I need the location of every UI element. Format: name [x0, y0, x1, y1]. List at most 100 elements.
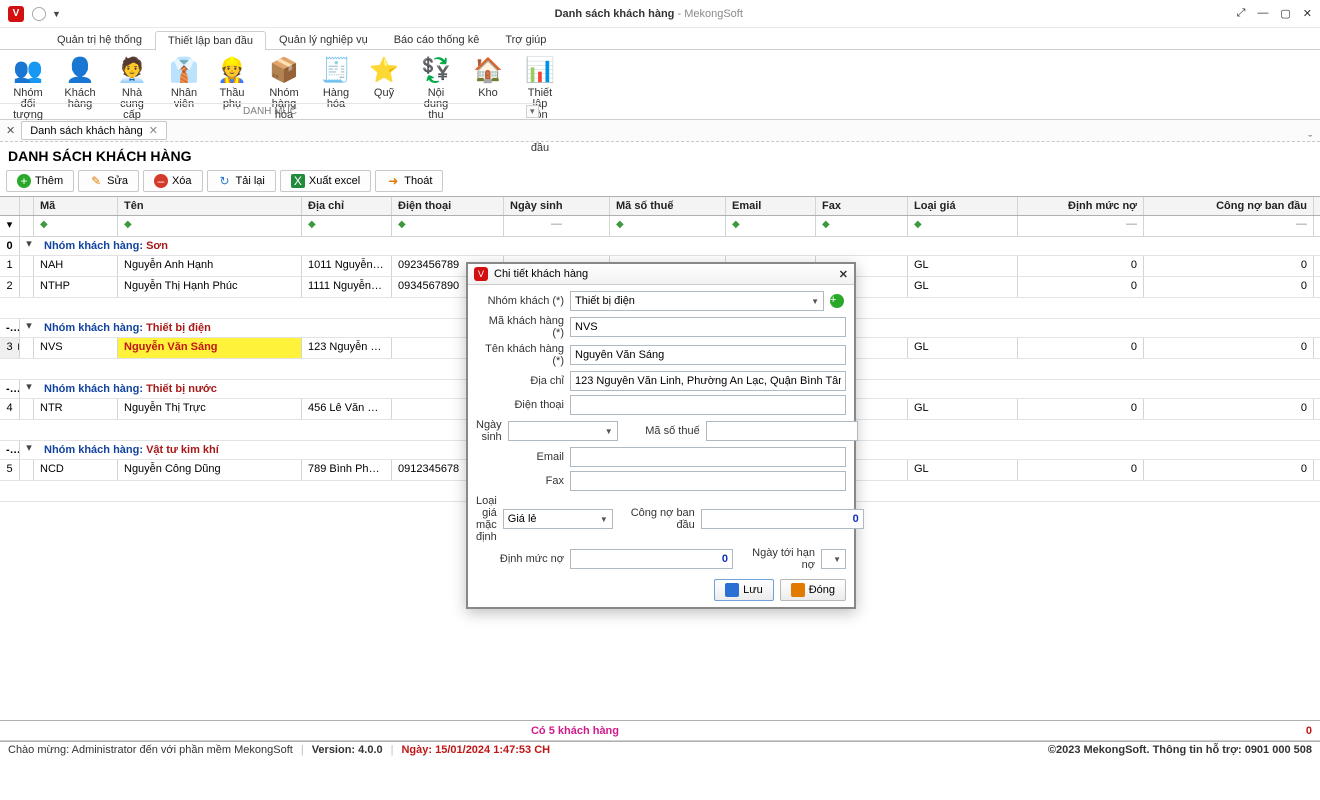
ribbon-icon: ⭐ [368, 54, 400, 86]
field-dienthoai[interactable] [570, 395, 846, 415]
doc-tab-customers[interactable]: Danh sách khách hàng ✕ [21, 121, 167, 140]
dialog-titlebar[interactable]: V Chi tiết khách hàng ✕ [468, 264, 854, 285]
dialog-buttons: Lưu Đóng [476, 575, 846, 601]
field-dinhmucno[interactable] [570, 549, 733, 569]
grid-totals: Có 5 khách hàng 0 [0, 720, 1320, 742]
col-ten[interactable]: Tên [118, 197, 302, 215]
collapse-icon[interactable]: ▾ [20, 237, 38, 255]
customer-detail-dialog: V Chi tiết khách hàng ✕ Nhóm khách (*) T… [466, 262, 856, 609]
filter-icon: ◆ [822, 219, 830, 230]
col-dienthoai[interactable]: Điện thoại [392, 197, 504, 215]
tab-quanly[interactable]: Quản lý nghiệp vụ [266, 30, 381, 49]
field-ngaytoihan[interactable]: ▼ [821, 549, 846, 569]
export-excel-button[interactable]: XXuất excel [280, 170, 371, 192]
tab-baocao[interactable]: Báo cáo thống kê [381, 30, 493, 49]
exit-icon: ➜ [386, 174, 400, 188]
ribbon-icon: 👤 [64, 54, 96, 86]
ribbon-icon: 👥 [12, 54, 44, 86]
field-tenkhach[interactable] [570, 345, 846, 365]
close-all-icon[interactable]: ✕ [0, 124, 21, 137]
field-fax[interactable] [570, 471, 846, 491]
add-button[interactable]: +Thêm [6, 170, 74, 192]
edit-button[interactable]: ✎Sửa [78, 170, 139, 192]
filter-lg[interactable]: ◆ [908, 216, 1018, 236]
col-congno[interactable]: Công nợ ban đầu [1144, 197, 1314, 215]
save-button[interactable]: Lưu [714, 579, 774, 601]
lbl-makhach: Mã khách hàng (*) [476, 315, 566, 339]
filter-selector[interactable]: ▾ [0, 216, 20, 236]
ribbon-expander-icon[interactable]: ▾ [526, 105, 539, 118]
filter-cn[interactable]: — [1144, 216, 1314, 236]
qat-circle-icon[interactable] [32, 7, 46, 21]
filter-ns[interactable]: — [504, 216, 610, 236]
collapse-icon[interactable]: ▾ [20, 380, 38, 398]
filter-fax[interactable]: ◆ [816, 216, 908, 236]
group-row[interactable]: 0▾Nhóm khách hàng: Sơn [0, 237, 1320, 256]
filter-dc[interactable]: ◆ [302, 216, 392, 236]
col-fax[interactable]: Fax [816, 197, 908, 215]
ribbon: 👥Nhómđốitượng👤Kháchhàng🧑‍💼Nhàcungcấp👔Nhâ… [0, 50, 1320, 120]
status-welcome: Chào mừng: Administrator đến với phần mề… [8, 744, 293, 756]
delete-button[interactable]: –Xóa [143, 170, 203, 192]
lbl-congnobd: Công nợ ban đầu [617, 507, 697, 531]
chevron-down-icon: ▼ [811, 297, 819, 306]
filter-ten[interactable]: ◆ [118, 216, 302, 236]
col-ngaysinh[interactable]: Ngày sinh [504, 197, 610, 215]
win-close-icon[interactable]: ✕ [1303, 7, 1312, 20]
exit-button[interactable]: ➜Thoát [375, 170, 443, 192]
tab-trogiup[interactable]: Trợ giúp [492, 30, 559, 49]
win-minimize-icon[interactable]: — [1257, 7, 1268, 20]
col-diachi[interactable]: Địa chỉ [302, 197, 392, 215]
ribbon-icon: 💱 [420, 54, 452, 86]
col-masothue[interactable]: Mã số thuế [610, 197, 726, 215]
filter-dt[interactable]: ◆ [392, 216, 504, 236]
field-masothue[interactable] [706, 421, 858, 441]
col-dinhmucno[interactable]: Định mức nợ [1018, 197, 1144, 215]
plus-icon: + [830, 294, 844, 308]
filter-icon: ◆ [732, 219, 740, 230]
doc-tab-close-icon[interactable]: ✕ [149, 124, 158, 137]
chevron-down-icon: ▼ [600, 515, 608, 524]
col-loaigia[interactable]: Loại giá [908, 197, 1018, 215]
lbl-tenkhach: Tên khách hàng (*) [476, 343, 566, 367]
lbl-fax: Fax [476, 475, 566, 487]
add-nhomkhach-button[interactable]: + [828, 291, 846, 311]
field-nhomkhach[interactable]: Thiết bị điện▼ [570, 291, 824, 311]
filter-mst[interactable]: ◆ [610, 216, 726, 236]
window-title-text: Danh sách khách hàng [555, 8, 675, 20]
ribbon-label: Quỹ [360, 88, 408, 99]
page-title: DANH SÁCH KHÁCH HÀNG [0, 142, 1320, 170]
collapse-icon[interactable]: ▾ [20, 319, 38, 337]
tab-quantri[interactable]: Quản trị hệ thống [44, 30, 155, 49]
filter-em[interactable]: ◆ [726, 216, 816, 236]
filter-icon: ◆ [914, 219, 922, 230]
filter-ma[interactable]: ◆ [34, 216, 118, 236]
qat-dropdown-icon[interactable]: ▼ [52, 9, 61, 19]
win-maximize-icon[interactable]: ▢ [1280, 7, 1290, 20]
col-ma[interactable]: Mã [34, 197, 118, 215]
field-ngaysinh[interactable]: ▼ [508, 421, 618, 441]
doc-tabs-collapse-icon[interactable]: ˬ [1300, 125, 1320, 137]
dialog-close-icon[interactable]: ✕ [839, 268, 848, 281]
collapse-icon[interactable]: ▾ [20, 441, 38, 459]
excel-icon: X [291, 174, 305, 188]
reload-button[interactable]: ↻Tải lại [207, 170, 276, 192]
lbl-ngaysinh: Ngày sinh [476, 419, 504, 443]
col-email[interactable]: Email [726, 197, 816, 215]
status-date: Ngày: 15/01/2024 1:47:53 CH [401, 744, 550, 756]
field-loaigia[interactable]: Giá lẻ▼ [503, 509, 613, 529]
app-name: - MekongSoft [677, 8, 742, 20]
tab-thietlap[interactable]: Thiết lập ban đầu [155, 31, 266, 50]
field-makhach[interactable] [570, 317, 846, 337]
win-shrink-icon[interactable]: ⤢ [1237, 7, 1246, 20]
pencil-icon: ✎ [89, 174, 103, 188]
dialog-app-icon: V [474, 267, 488, 281]
grid-filter-row: ▾ ◆ ◆ ◆ ◆ — ◆ ◆ ◆ ◆ — — [0, 216, 1320, 237]
filter-icon: ◆ [308, 219, 316, 230]
field-diachi[interactable] [570, 371, 846, 391]
filter-dm[interactable]: — [1018, 216, 1144, 236]
close-button[interactable]: Đóng [780, 579, 846, 601]
field-email[interactable] [570, 447, 846, 467]
field-congnobd[interactable] [701, 509, 864, 529]
minus-icon: – [154, 174, 168, 188]
